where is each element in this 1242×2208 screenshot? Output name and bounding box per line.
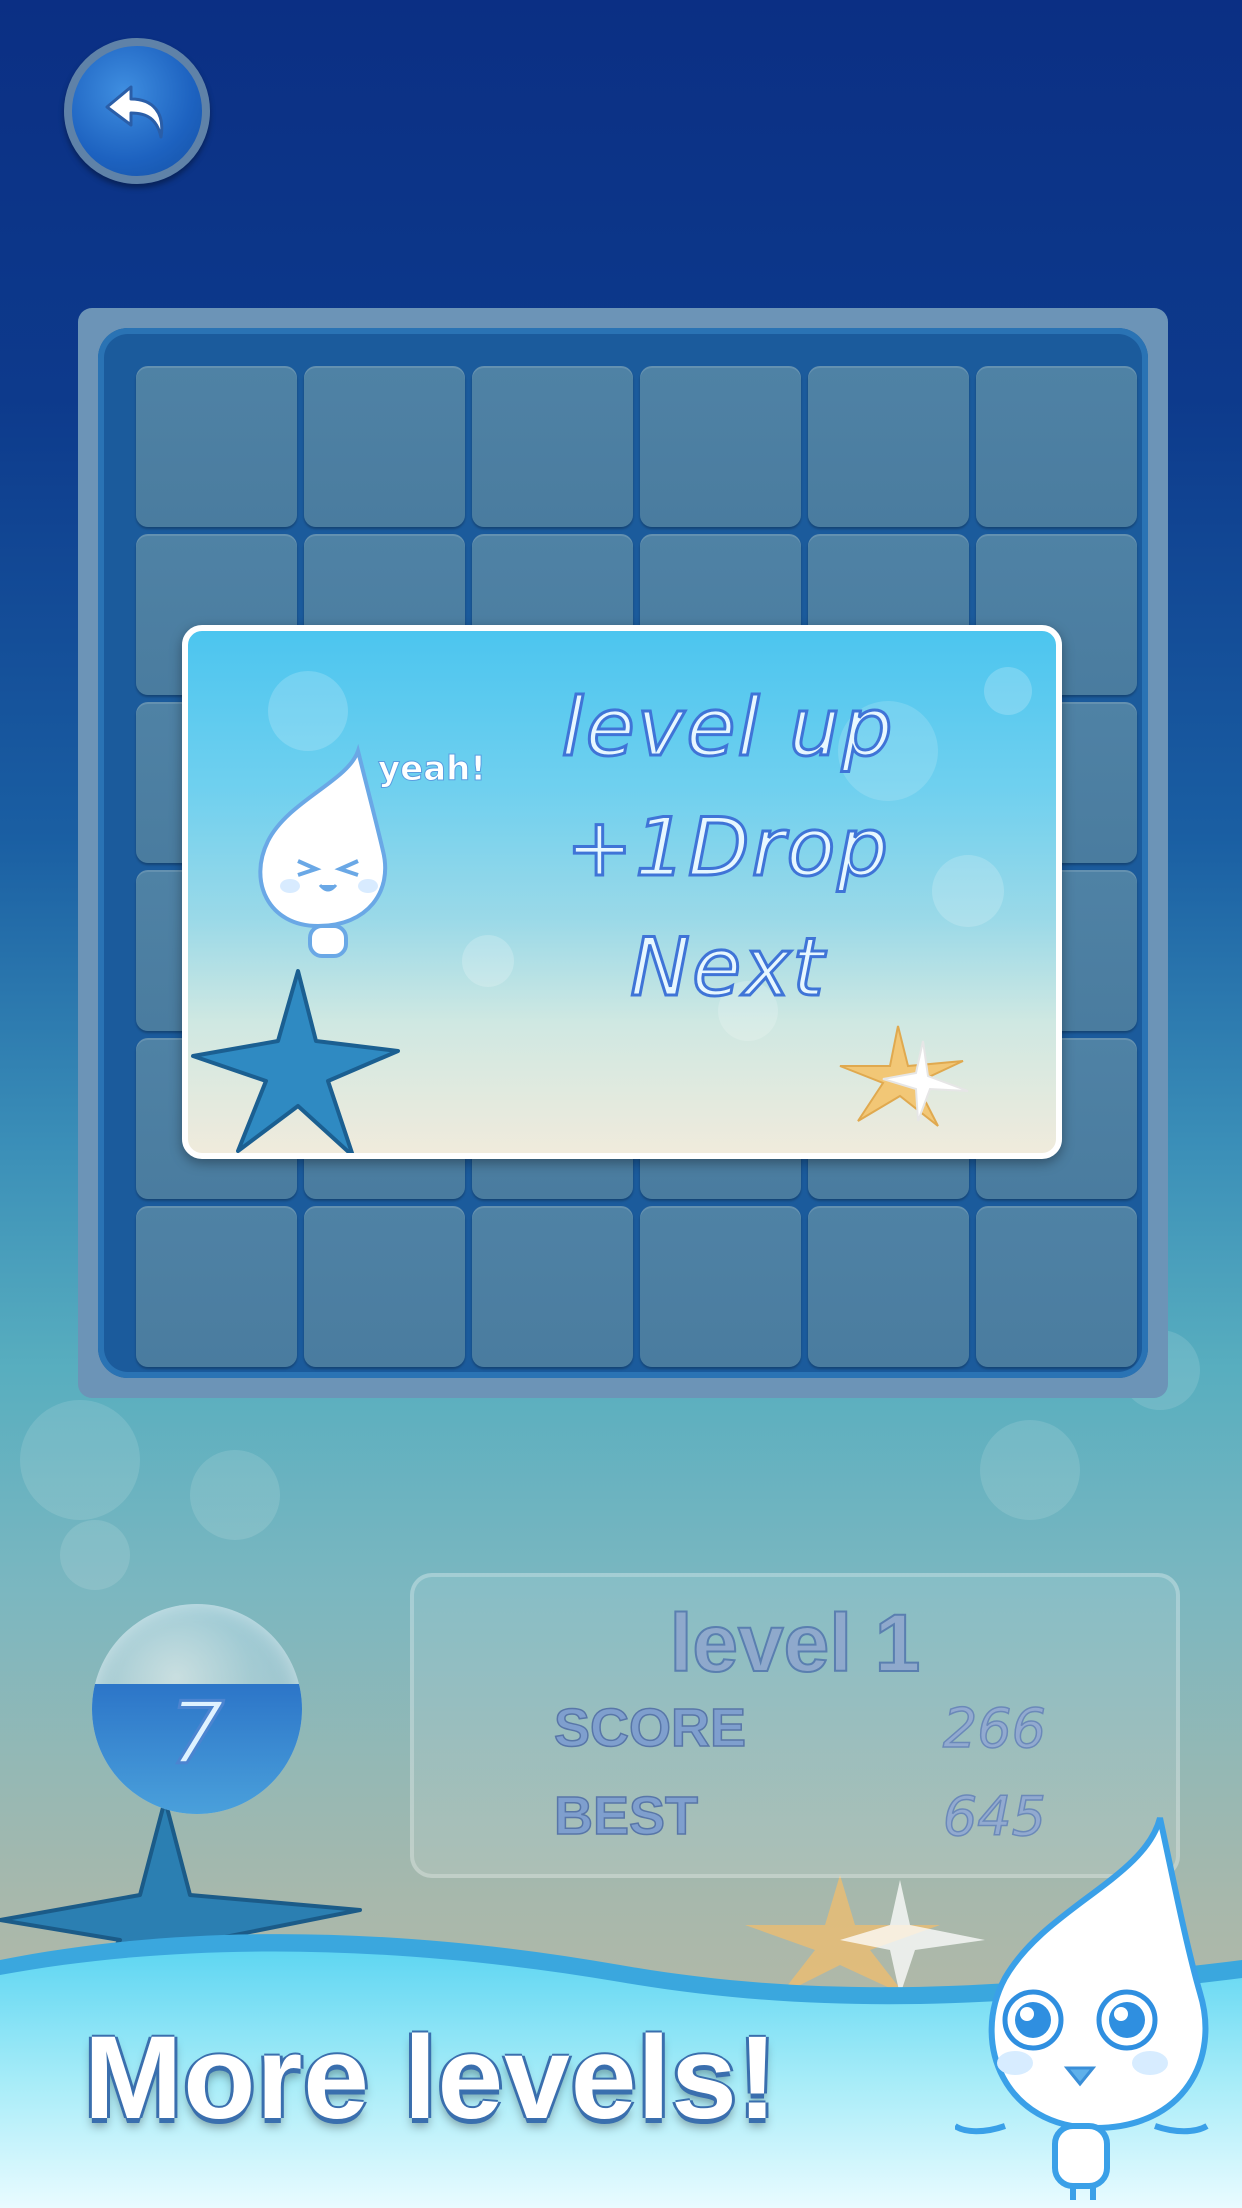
water-drop-character-icon	[955, 1817, 1209, 2200]
tile[interactable]	[640, 1206, 801, 1367]
back-arrow-icon	[105, 85, 164, 139]
back-button[interactable]	[64, 38, 210, 184]
tile[interactable]	[808, 1206, 969, 1367]
tile[interactable]	[976, 1206, 1137, 1367]
tile[interactable]	[976, 366, 1137, 527]
bokeh-decoration	[20, 1400, 140, 1520]
bokeh-decoration	[980, 1420, 1080, 1520]
tile[interactable]	[640, 366, 801, 527]
tile[interactable]	[304, 1206, 465, 1367]
score-value: 266	[942, 1696, 1047, 1761]
tile[interactable]	[136, 366, 297, 527]
level-up-dialog: yeah! level up +1Drop Next	[182, 625, 1062, 1159]
banner-text: More levels!	[84, 2012, 779, 2144]
tile[interactable]	[808, 366, 969, 527]
starfish-icon	[191, 969, 400, 1153]
bokeh-decoration	[60, 1520, 130, 1590]
level-label: level 1	[669, 1597, 922, 1690]
bokeh-decoration	[190, 1450, 280, 1540]
tile[interactable]	[472, 1206, 633, 1367]
moves-bubble: 7	[92, 1604, 302, 1814]
score-label: SCORE	[553, 1697, 747, 1759]
tile[interactable]	[304, 366, 465, 527]
tile[interactable]	[472, 366, 633, 527]
best-label: BEST	[553, 1785, 699, 1847]
small-starfish-icon	[839, 1025, 969, 1127]
yeah-label: yeah!	[378, 749, 487, 790]
tile[interactable]	[136, 1206, 297, 1367]
next-button[interactable]: Next	[478, 920, 978, 1016]
moves-count: 7	[168, 1683, 226, 1786]
level-up-title: level up	[560, 680, 895, 776]
reward-text: +1Drop	[564, 800, 891, 896]
